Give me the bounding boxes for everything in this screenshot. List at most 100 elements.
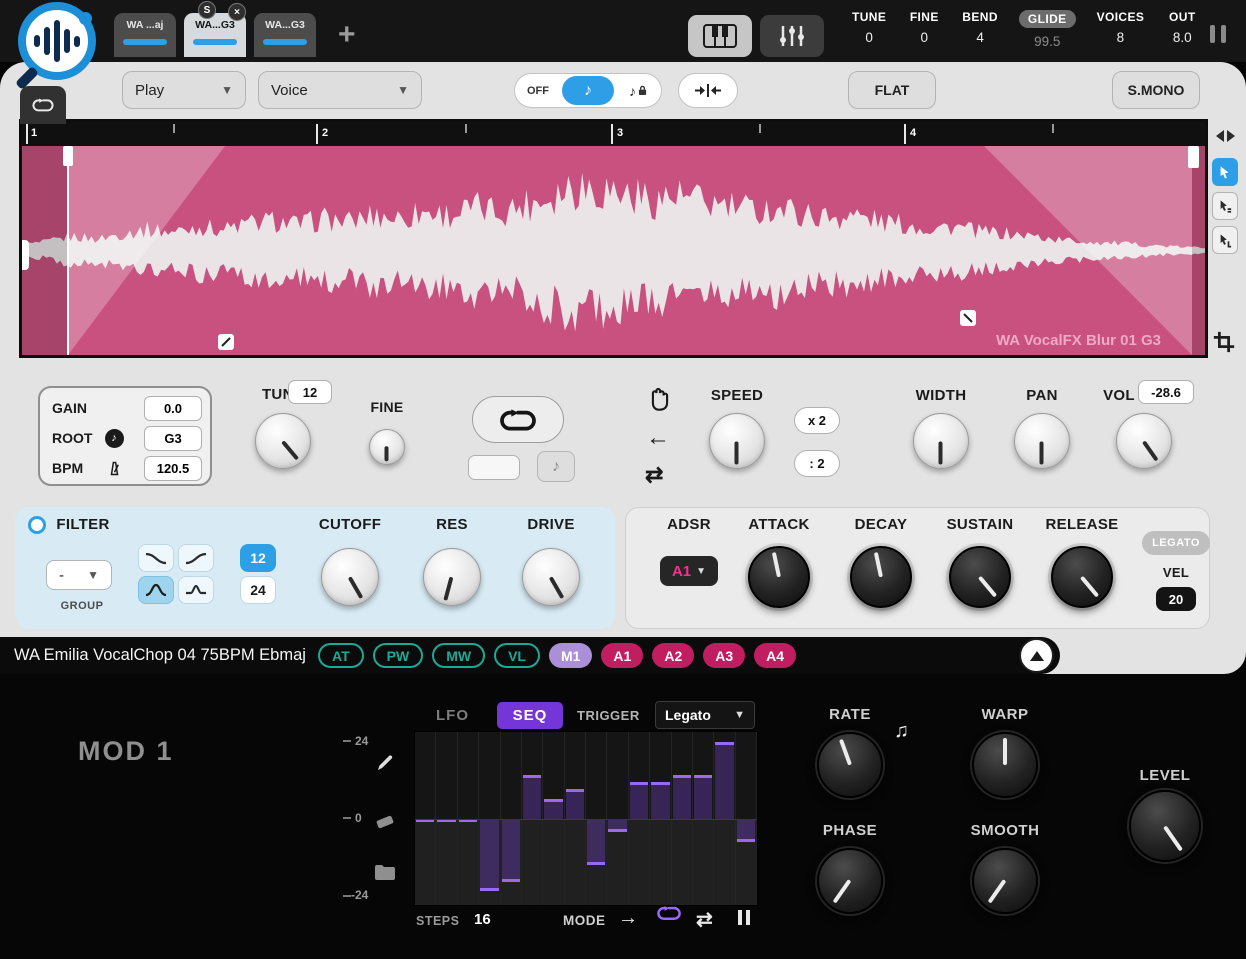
sample-tab-1[interactable]: WA ...aj [114, 13, 176, 57]
attack-knob[interactable] [748, 546, 810, 608]
draw-tool-button[interactable] [372, 750, 398, 776]
bpm-value[interactable]: 120.5 [144, 456, 202, 481]
filter-bandpass-button[interactable] [138, 576, 174, 604]
sync-note-lock-button[interactable]: ♪ [615, 83, 661, 99]
fade-out-handle[interactable] [960, 310, 976, 326]
fine-knob[interactable] [369, 429, 405, 465]
snap-to-zero-button[interactable] [678, 73, 738, 108]
solo-badge[interactable]: S [198, 1, 216, 19]
pan-knob[interactable] [1014, 413, 1070, 469]
waveform-editor[interactable]: 1 2 3 4 WA VocalFX Blur 01 G3 [19, 119, 1208, 358]
rate-knob[interactable] [817, 732, 883, 798]
badge-mw[interactable]: MW [432, 643, 485, 668]
gain-value[interactable]: 0.0 [144, 396, 202, 421]
tab-seq[interactable]: SEQ [497, 702, 563, 729]
timeline-ruler[interactable]: 1 2 3 4 [22, 122, 1205, 146]
sync-note-button[interactable]: ♪ [562, 76, 614, 105]
filter-highpass-button[interactable] [178, 544, 214, 572]
speed-knob[interactable] [709, 413, 765, 469]
width-expander-icon[interactable] [1216, 130, 1235, 142]
flip-loop-tab[interactable] [20, 86, 66, 124]
trigger-dropdown[interactable]: Legato▼ [655, 701, 755, 729]
reverse-button[interactable]: ← [646, 424, 670, 452]
left-edge-handle[interactable] [22, 240, 29, 270]
filter-group-dropdown[interactable]: -▼ [46, 560, 112, 590]
add-tab-button[interactable]: + [338, 18, 356, 52]
mode-pingpong-button[interactable]: ⇄ [696, 907, 713, 932]
badge-m1[interactable]: M1 [549, 643, 592, 668]
select-tool-button[interactable] [1212, 158, 1238, 186]
badge-at[interactable]: AT [318, 643, 364, 668]
decay-knob[interactable] [850, 546, 912, 608]
filter-lowpass-button[interactable] [138, 544, 174, 572]
smooth-knob[interactable] [972, 848, 1038, 914]
res-knob[interactable] [423, 548, 481, 606]
badge-pw[interactable]: PW [373, 643, 424, 668]
speed-half-button[interactable]: : 2 [794, 450, 840, 477]
flat-button[interactable]: FLAT [848, 71, 936, 109]
start-marker-line[interactable] [67, 146, 69, 355]
preset-shapes-button[interactable] [372, 860, 398, 886]
tune-value[interactable]: 12 [288, 380, 332, 404]
vel-value[interactable]: 20 [1156, 587, 1196, 611]
mode-forward-button[interactable]: → [618, 907, 638, 930]
rate-sync-icon[interactable]: ♫ [894, 720, 909, 743]
width-knob[interactable] [913, 413, 969, 469]
legato-button[interactable]: LEGATO [1142, 531, 1210, 555]
bend-global-value[interactable]: 4 [976, 30, 984, 45]
sample-tab-3[interactable]: WA...G3 [254, 13, 316, 57]
filter-peak-button[interactable] [178, 576, 214, 604]
slope-12-button[interactable]: 12 [240, 544, 276, 572]
region-tool-button[interactable] [1212, 226, 1238, 254]
steps-value[interactable]: 16 [474, 911, 491, 928]
sustain-knob[interactable] [949, 546, 1011, 608]
vol-value[interactable]: -28.6 [1138, 380, 1194, 404]
stereo-mono-button[interactable]: S.MONO [1112, 71, 1200, 109]
speed-double-button[interactable]: x 2 [794, 407, 840, 434]
loop-sync-button[interactable]: ♪ [537, 451, 575, 482]
loop-mode-button[interactable] [472, 396, 564, 443]
waveform-display[interactable] [22, 146, 1205, 355]
slice-tool-button[interactable] [1212, 192, 1238, 220]
voice-mode-dropdown[interactable]: Voice▼ [258, 71, 422, 109]
browser-expand-button[interactable] [1019, 638, 1054, 673]
sync-off-button[interactable]: OFF [515, 85, 561, 97]
loop-length-value[interactable] [468, 455, 520, 480]
start-marker-flag[interactable] [63, 146, 73, 166]
level-knob[interactable] [1129, 790, 1201, 862]
mixer-view-button[interactable] [760, 15, 824, 57]
fade-in-handle[interactable] [218, 334, 234, 350]
phase-knob[interactable] [817, 848, 883, 914]
warp-knob[interactable] [972, 732, 1038, 798]
mode-loop-button[interactable] [654, 904, 684, 922]
out-global-value[interactable]: 8.0 [1173, 30, 1192, 45]
end-marker-flag[interactable] [1188, 146, 1199, 168]
glide-global-value[interactable]: 99.5 [1034, 34, 1060, 49]
glide-global-label[interactable]: GLIDE [1019, 10, 1076, 28]
resize-grip-icon[interactable] [1210, 25, 1226, 43]
vol-knob[interactable] [1116, 413, 1172, 469]
erase-tool-button[interactable] [372, 808, 398, 834]
slope-24-button[interactable]: 24 [240, 576, 276, 604]
badge-a3[interactable]: A3 [703, 643, 745, 668]
badge-a1[interactable]: A1 [601, 643, 643, 668]
release-knob[interactable] [1051, 546, 1113, 608]
crop-button[interactable] [1212, 330, 1236, 359]
voices-global-value[interactable]: 8 [1117, 30, 1125, 45]
badge-vl[interactable]: VL [494, 643, 540, 668]
shuffle-button[interactable]: ⇄ [645, 462, 663, 488]
mode-hold-button[interactable] [738, 910, 750, 925]
tune-knob[interactable] [255, 413, 311, 469]
keyboard-view-button[interactable] [688, 15, 752, 57]
preset-name[interactable]: WA Emilia VocalChop 04 75BPM Ebmaj [14, 637, 306, 674]
badge-a4[interactable]: A4 [754, 643, 796, 668]
hand-drag-button[interactable] [648, 386, 672, 417]
play-mode-dropdown[interactable]: Play▼ [122, 71, 246, 109]
tune-global-value[interactable]: 0 [865, 30, 873, 45]
tab-lfo[interactable]: LFO [436, 707, 469, 724]
root-value[interactable]: G3 [144, 426, 202, 451]
close-tab-icon[interactable]: × [228, 3, 246, 21]
badge-a2[interactable]: A2 [652, 643, 694, 668]
drive-knob[interactable] [522, 548, 580, 606]
fine-global-value[interactable]: 0 [921, 30, 929, 45]
